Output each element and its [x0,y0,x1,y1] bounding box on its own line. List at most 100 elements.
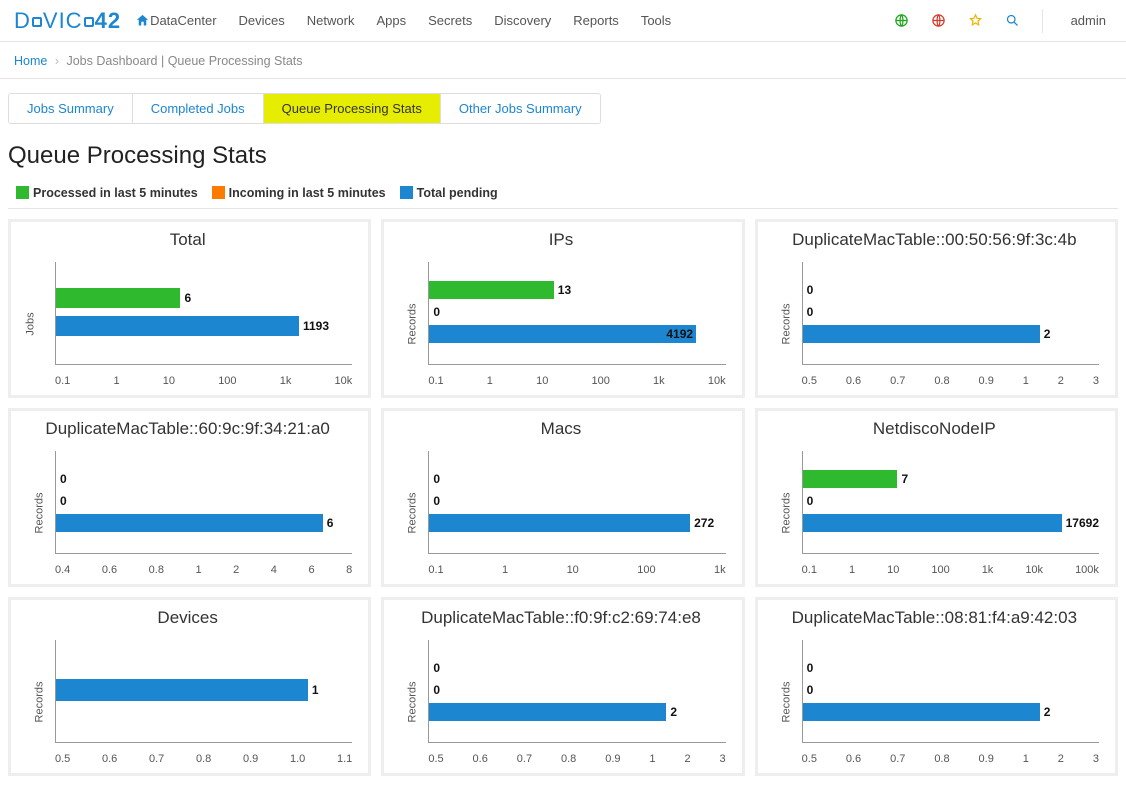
legend-label: Incoming in last 5 minutes [229,186,386,200]
chart-xtick: 0.1 [802,564,817,576]
chart-bar-row: 1193 [56,316,352,336]
chart-xtick: 0.1 [428,564,443,576]
chart-xtick: 0.7 [149,753,164,765]
nav-item[interactable]: Discovery [494,13,551,28]
chart-title: IPs [390,230,731,250]
chart-bar [56,316,299,336]
chart-xtick: 2 [1058,753,1064,765]
chart-xtick: 0.5 [55,753,70,765]
chart-xtick: 1 [649,753,655,765]
chart-xaxis: 0.11101001k10k [428,375,725,387]
chart-bar [56,679,308,701]
chart-xtick: 1.1 [337,753,352,765]
chart-xtick: 100 [218,375,236,387]
chart-bar [803,703,1040,721]
nav-item[interactable]: DataCenter [150,13,216,28]
chart-bar-row: 7 [803,470,1099,488]
chart-xtick: 2 [684,753,690,765]
chart-bars-area: 00272 [428,451,725,554]
chart-plot: Records0060.40.60.812468 [17,445,358,580]
chart-bar-row: 0 [803,659,1099,677]
chart-xtick: 4 [271,564,277,576]
nav-item[interactable]: Network [307,13,355,28]
chart-xtick: 10k [335,375,353,387]
breadcrumb-home[interactable]: Home [14,54,47,68]
chart-xtick: 100 [592,375,610,387]
chart-ylabel: Records [33,681,45,722]
chart-bar [429,514,690,532]
chart-bar-value: 2 [670,705,677,719]
chart-bars-area: 002 [802,262,1099,365]
chart-bar-row: 2 [429,703,725,721]
chart-card: IPsRecords13041920.11101001k10k [381,219,744,398]
chart-bar-row: 6 [56,288,352,308]
chart-xtick: 0.8 [149,564,164,576]
chart-card: NetdiscoNodeIPRecords70176920.11101001k1… [755,408,1118,587]
nav-item[interactable]: Tools [641,13,671,28]
chart-card: DuplicateMacTable::08:81:f4:a9:42:03Reco… [755,597,1118,776]
chart-bar-value: 0 [807,283,814,297]
chart-ylabel: Records [407,492,419,533]
chart-bar-value: 0 [433,472,440,486]
chart-xtick: 6 [308,564,314,576]
chart-xtick: 2 [233,564,239,576]
home-icon[interactable] [135,13,150,28]
chart-bars-area: 1 [55,640,352,743]
chart-bar-row: 0 [803,492,1099,510]
chart-bar-row: 0 [429,659,725,677]
chart-title: Macs [390,419,731,439]
chart-bar-row: 2 [803,703,1099,721]
nav-item[interactable]: Apps [376,13,406,28]
chart-xtick: 0.6 [846,375,861,387]
topbar: DVIC42 DataCenter Devices Network Apps Secre… [0,0,1126,42]
chart-xtick: 8 [346,564,352,576]
chart-xtick: 0.9 [979,375,994,387]
breadcrumb-current: Jobs Dashboard | Queue Processing Stats [66,54,302,68]
brand-logo[interactable]: DVIC42 [14,8,121,34]
chart-bar-value: 4192 [666,327,693,341]
chart-bar [803,470,898,488]
legend-item: Total pending [400,186,498,200]
chart-ylabel: Jobs [25,312,37,335]
chart-title: DuplicateMacTable::00:50:56:9f:3c:4b [764,230,1105,250]
tab[interactable]: Other Jobs Summary [441,94,600,123]
chart-xtick: 0.6 [102,564,117,576]
chart-xtick: 3 [1093,753,1099,765]
star-icon[interactable] [968,13,983,28]
chart-bar-value: 6 [184,291,191,305]
chart-xtick: 100 [637,564,655,576]
chart-bar-row: 0 [429,303,725,321]
chart-card: MacsRecords002720.11101001k [381,408,744,587]
chart-xtick: 10k [708,375,726,387]
chart-bar-value: 0 [60,472,67,486]
chart-bar-value: 0 [807,305,814,319]
chart-xtick: 0.6 [846,753,861,765]
user-menu[interactable]: admin [1065,13,1106,28]
chart-bar-row: 272 [429,514,725,532]
chart-plot: Records002720.11101001k [390,445,731,580]
globe-green-icon[interactable] [894,13,909,28]
chart-ylabel: Records [780,303,792,344]
tab[interactable]: Queue Processing Stats [264,94,441,123]
legend-swatch [16,186,29,199]
chart-bar-row: 13 [429,281,725,299]
chart-ylabel: Records [33,492,45,533]
chart-xtick: 0.8 [934,753,949,765]
globe-red-icon[interactable] [931,13,946,28]
tab[interactable]: Jobs Summary [9,94,133,123]
chart-bar-row: 0 [429,470,725,488]
chart-plot: Records0020.50.60.70.80.9123 [764,256,1105,391]
chart-bar-value: 0 [807,494,814,508]
chart-xtick: 1 [502,564,508,576]
chart-xtick: 1 [1023,375,1029,387]
nav-item[interactable]: Devices [239,13,285,28]
breadcrumb-sep: › [55,54,59,68]
search-icon[interactable] [1005,13,1020,28]
chart-xaxis: 0.11101001k10k100k [802,564,1099,576]
nav-item[interactable]: Reports [573,13,619,28]
chart-xtick: 0.9 [979,753,994,765]
chart-bar-row: 0 [429,681,725,699]
chart-ylabel: Records [780,492,792,533]
nav-item[interactable]: Secrets [428,13,472,28]
tab[interactable]: Completed Jobs [133,94,264,123]
